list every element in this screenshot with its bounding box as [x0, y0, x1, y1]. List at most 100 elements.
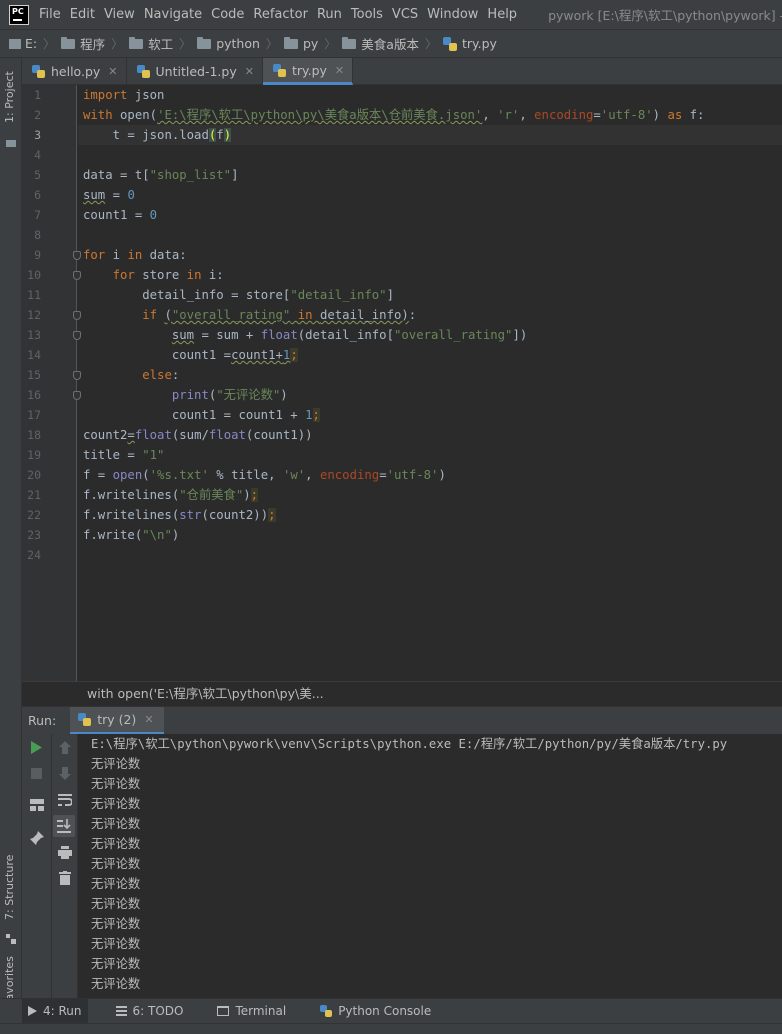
soft-wrap-button[interactable]	[56, 791, 73, 808]
line-number-gutter: 1 2 3 4 5 6 7 8 9 10 11 12 13 14 15 16 17 18 19 20 21 22 23 24	[22, 85, 77, 681]
bottom-tab-4-run[interactable]: 4: Run	[22, 998, 88, 1024]
menu-refactor[interactable]: Refactor	[253, 7, 308, 22]
python-file-icon	[272, 63, 286, 77]
code-line: t = json.load(f)	[83, 125, 232, 145]
breadcrumb-item[interactable]: py	[283, 36, 318, 51]
fold-marker-icon[interactable]	[73, 331, 81, 340]
menu-help[interactable]: Help	[487, 7, 517, 22]
code-token: (detail_info[	[297, 328, 394, 342]
code-token: with	[83, 108, 121, 122]
bottom-tab-label: 6: TODO	[132, 1004, 184, 1018]
code-token: f	[216, 128, 224, 142]
code-token: 'E:\程序\软工\python\py\美食a版本\仓前美食.json'	[157, 108, 483, 122]
editor-tab-hello-py[interactable]: hello.py ✕	[22, 58, 127, 85]
close-icon[interactable]: ✕	[245, 65, 254, 78]
menu-view[interactable]: View	[104, 7, 135, 22]
menu-code[interactable]: Code	[211, 7, 244, 22]
rerun-button[interactable]	[28, 739, 45, 756]
menu-vcs[interactable]: VCS	[392, 7, 418, 22]
code-editor[interactable]: 1 2 3 4 5 6 7 8 9 10 11 12 13 14 15 16 17 18 19 20 21 22 23 24 …	[22, 85, 782, 681]
scroll-up-button[interactable]	[56, 739, 73, 756]
python-file-icon	[442, 36, 457, 51]
code-token: ,	[519, 108, 535, 122]
fold-marker-icon[interactable]	[73, 251, 81, 260]
close-icon[interactable]: ✕	[108, 65, 117, 78]
menu-file[interactable]: File	[39, 7, 61, 22]
menu-run[interactable]: Run	[317, 7, 342, 22]
run-panel-header: Run: try (2) ✕	[22, 706, 782, 735]
context-hint: with open('E:\程序\软工\python\py\美...	[22, 681, 782, 706]
console-line: 无评论数	[91, 837, 141, 851]
pin-button[interactable]	[28, 829, 45, 846]
breadcrumb-item[interactable]: python	[197, 36, 260, 51]
code-line: f.write("\n")	[83, 525, 179, 545]
chevron-right-icon: 〉	[43, 37, 56, 51]
fold-marker-icon[interactable]	[73, 271, 81, 280]
python-file-icon	[32, 65, 45, 78]
code-token: "1"	[142, 448, 165, 462]
bottom-tab-6-todo[interactable]: 6: TODO	[110, 999, 190, 1024]
scroll-to-end-button[interactable]	[53, 815, 75, 837]
code-line: f.writelines(str(count2));	[83, 505, 276, 525]
code-token: "无评论数"	[216, 388, 281, 402]
folder-icon	[129, 36, 144, 49]
code-token: as	[667, 108, 690, 122]
code-token: ;	[268, 508, 276, 522]
breadcrumb-item[interactable]: E:	[9, 36, 37, 51]
run-tab[interactable]: try (2) ✕	[70, 706, 164, 735]
bottom-tab-python-console[interactable]: Python Console	[314, 999, 437, 1024]
breadcrumb-item[interactable]: try.py	[442, 36, 497, 51]
code-token: count1+	[231, 348, 283, 362]
close-icon[interactable]: ✕	[335, 64, 344, 77]
code-token: ]	[386, 288, 394, 302]
run-console-output[interactable]: E:\程序\软工\python\pywork\venv\Scripts\pyth…	[78, 734, 782, 998]
code-token: = sum +	[194, 328, 261, 342]
code-line: for i in data:	[83, 245, 187, 265]
scroll-down-button[interactable]	[56, 765, 73, 782]
chevron-right-icon: 〉	[265, 37, 278, 51]
code-token: for	[112, 268, 143, 282]
fold-marker-icon[interactable]	[73, 371, 81, 380]
line-number: 22	[27, 508, 41, 522]
menu-edit[interactable]: Edit	[70, 7, 95, 22]
editor-tab-label: Untitled-1.py	[155, 64, 237, 79]
stop-button[interactable]	[28, 765, 45, 782]
breadcrumb-item[interactable]: 软工	[129, 34, 173, 53]
menu-window[interactable]: Window	[427, 7, 478, 22]
code-token: data = t[	[83, 168, 150, 182]
fold-marker-icon[interactable]	[73, 311, 81, 320]
line-number: 9	[34, 248, 41, 262]
bottom-tab-terminal[interactable]: Terminal	[211, 999, 292, 1024]
breadcrumb-item[interactable]: 美食a版本	[342, 34, 419, 53]
code-line: f = open('%s.txt' % title, 'w', encoding…	[83, 465, 446, 485]
editor-tab-try-py[interactable]: try.py ✕	[262, 58, 354, 85]
close-icon[interactable]: ✕	[144, 713, 153, 726]
code-line: count1 =count1+1;	[83, 345, 298, 365]
breadcrumb-item[interactable]: 程序	[61, 34, 105, 53]
project-tool-tab[interactable]: 1: Project	[3, 71, 16, 123]
code-token: in	[127, 248, 150, 262]
fold-marker-icon[interactable]	[73, 391, 81, 400]
editor-tab-untitled-1-py[interactable]: Untitled-1.py ✕	[127, 58, 263, 85]
structure-tool-tab[interactable]: 7: Structure	[3, 855, 16, 920]
code-token: f.write(	[83, 528, 143, 542]
menu-navigate[interactable]: Navigate	[144, 7, 202, 22]
code-token: )	[280, 388, 288, 402]
arrow-down-icon	[58, 767, 71, 780]
bottom-tab-label: 4: Run	[43, 1004, 82, 1018]
menu-tools[interactable]: Tools	[351, 7, 383, 22]
console-line: 无评论数	[91, 897, 141, 911]
code-line: if ("overall_rating" in detail_info):	[83, 305, 416, 325]
project-folder-icon	[6, 140, 16, 147]
todo-icon	[115, 1006, 127, 1016]
menu-items: File Edit View Navigate Code Refactor Run Tools…	[39, 7, 526, 22]
code-token: )	[223, 128, 232, 142]
print-button[interactable]	[56, 844, 73, 861]
layout-button[interactable]	[28, 796, 45, 813]
code-line: title = "1"	[83, 445, 164, 465]
chevron-right-icon: 〉	[424, 37, 437, 51]
clear-all-button[interactable]	[56, 869, 73, 886]
